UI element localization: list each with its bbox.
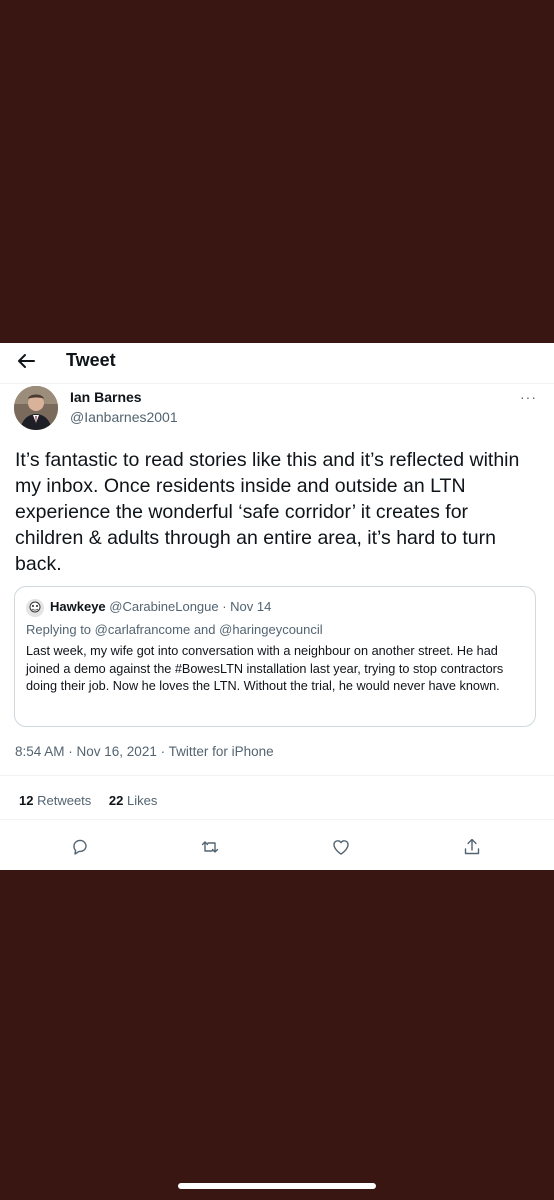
quoted-reply-line: Replying to @carlafrancome and @haringey… [26, 622, 323, 637]
arrow-left-icon[interactable] [14, 349, 38, 373]
quoted-author-name: Hawkeye [50, 599, 106, 614]
retweet-icon[interactable] [200, 837, 220, 857]
share-icon[interactable] [462, 837, 482, 857]
likes-stat[interactable]: 22 Likes [109, 793, 157, 808]
quoted-author-meta: @CarabineLongue · Nov 14 [109, 599, 272, 614]
reply-icon[interactable] [70, 837, 90, 857]
retweets-stat[interactable]: 12 Retweets [19, 793, 91, 808]
author-handle[interactable]: @Ianbarnes2001 [70, 409, 178, 425]
retweets-label: Retweets [37, 793, 92, 808]
retweets-count: 12 [19, 793, 34, 808]
more-icon[interactable]: ··· [520, 389, 537, 405]
top-bar: Tweet [0, 343, 554, 384]
quoted-header: Hawkeye @CarabineLongue · Nov 14 [50, 599, 271, 614]
like-icon[interactable] [331, 837, 351, 857]
tweet-text: It’s fantastic to read stories like this… [15, 449, 520, 575]
quoted-author-avatar [26, 599, 44, 617]
quoted-tweet[interactable]: Hawkeye @CarabineLongue · Nov 14 Replyin… [14, 586, 536, 727]
likes-count: 22 [108, 793, 124, 808]
divider [0, 775, 554, 776]
page-title: Tweet [66, 350, 116, 370]
likes-label: Likes [127, 793, 158, 808]
divider [0, 819, 554, 820]
quoted-text: Last week, my wife got into conversation… [26, 644, 504, 693]
tweet-timestamp: 8:54 AM · Nov 16, 2021 · Twitter for iPh… [15, 744, 274, 759]
author-avatar[interactable] [14, 386, 58, 430]
engagement-stats: 12 Retweets 22 Likes [19, 793, 171, 808]
tweet-detail-card: Tweet Ian Barnes @Ianbarnes2001 ··· It’s… [0, 343, 554, 870]
author-name[interactable]: Ian Barnes [70, 389, 142, 405]
home-indicator[interactable] [178, 1183, 376, 1189]
